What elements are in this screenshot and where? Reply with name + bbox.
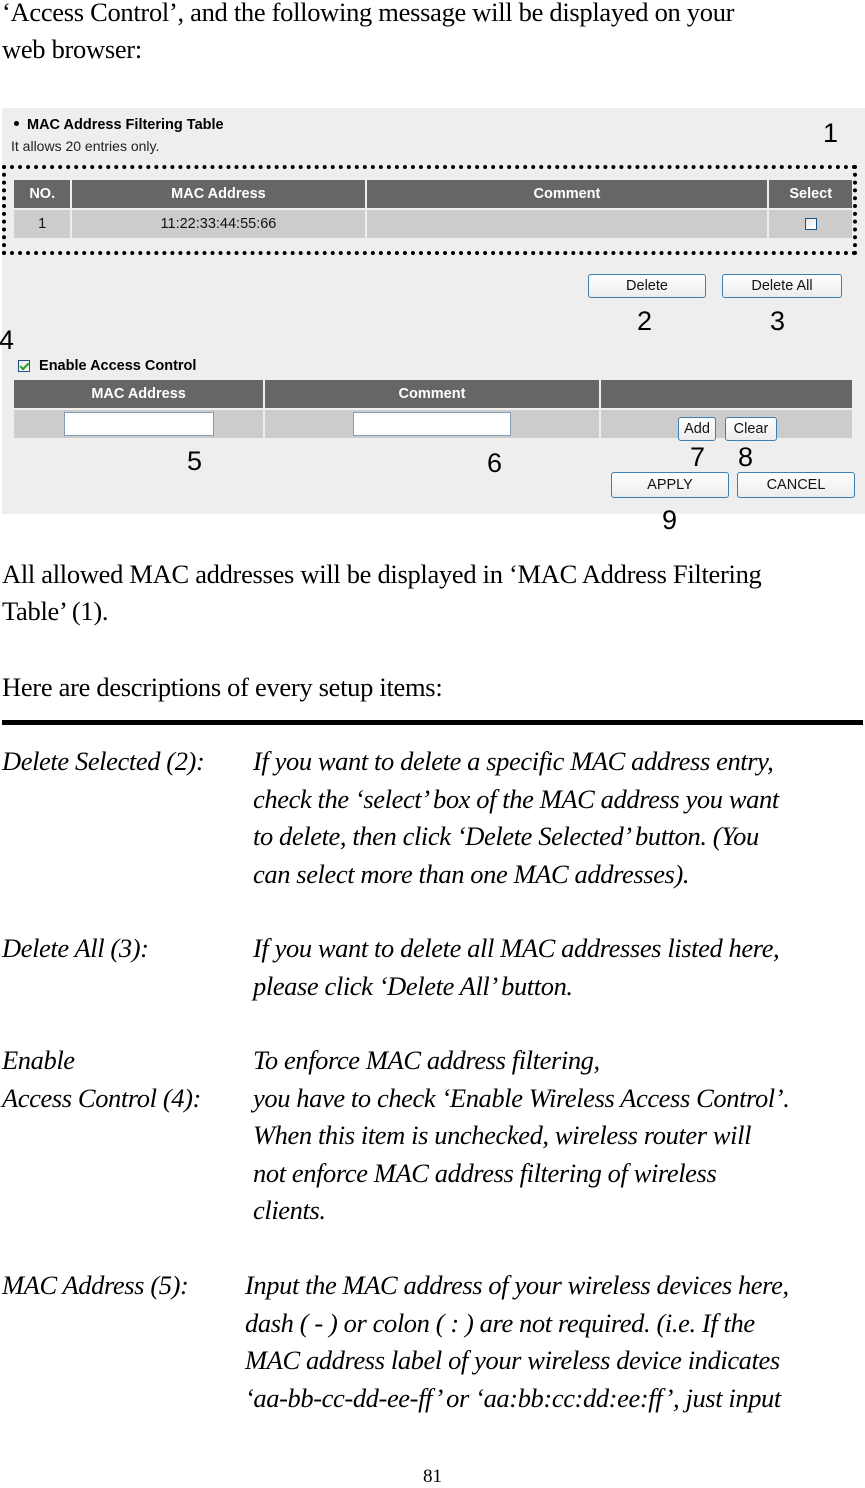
item-text-delete-all: If you want to delete all MAC addresses … (253, 933, 780, 1001)
callout-1: 1 (823, 118, 839, 148)
row-mac: 11:22:33:44:55:66 (72, 210, 365, 238)
row-comment (366, 210, 768, 238)
row-no: 1 (14, 210, 71, 238)
clear-button[interactable]: Clear (725, 417, 777, 441)
section-divider (2, 720, 863, 725)
col-no: NO. (14, 180, 71, 208)
page-number: 81 (423, 1466, 442, 1487)
intro-paragraph: ‘Access Control’, and the following mess… (2, 0, 862, 68)
input-col-actions (600, 380, 852, 408)
row-select-checkbox[interactable] (804, 218, 817, 231)
callout-6: 6 (487, 448, 503, 478)
access-control-screenshot: MAC Address Filtering Table It allows 20… (0, 108, 865, 514)
item-label-delete-selected: Delete Selected (2): (2, 746, 205, 776)
body-paragraph-1: All allowed MAC addresses will be displa… (2, 559, 762, 626)
item-text-delete-selected: If you want to delete a specific MAC add… (253, 746, 779, 889)
row-select-cell (769, 210, 852, 238)
mac-address-input[interactable] (63, 412, 214, 436)
apply-button[interactable]: APPLY (611, 472, 729, 498)
intro-line-2: web browser: (2, 34, 142, 64)
input-col-comment: Comment (265, 380, 599, 408)
intro-line-1: ‘Access Control’, and the following mess… (2, 0, 735, 27)
body-paragraph-2: Here are descriptions of every setup ite… (2, 672, 443, 702)
callout-3: 3 (770, 306, 786, 336)
callout-4: 4 (0, 325, 15, 355)
table-header-row: NO. MAC Address Comment Select (14, 180, 852, 208)
callout-9: 9 (662, 505, 678, 535)
input-col-mac: MAC Address (14, 380, 264, 408)
delete-selected-button[interactable]: Delete (588, 274, 706, 298)
col-select: Select (769, 180, 852, 208)
callout-2: 2 (637, 306, 653, 336)
bullet-icon (14, 121, 19, 127)
item-text-enable-access-control: To enforce MAC address filtering, you ha… (253, 1045, 790, 1225)
input-header-row: MAC Address Comment (14, 380, 852, 408)
item-label-enable-access-control: Enable Access Control (4): (2, 1045, 201, 1113)
col-mac-address: MAC Address (72, 180, 365, 208)
table-row: 1 11:22:33:44:55:66 (14, 210, 852, 238)
filter-table-title: MAC Address Filtering Table (12, 117, 224, 133)
item-text-mac-address: Input the MAC address of your wireless d… (245, 1270, 789, 1413)
delete-all-button[interactable]: Delete All (722, 274, 842, 298)
callout-5: 5 (187, 446, 203, 476)
cancel-button[interactable]: CANCEL (737, 472, 855, 498)
mac-filter-table: NO. MAC Address Comment Select 1 11:22:3… (12, 178, 854, 240)
col-comment: Comment (366, 180, 768, 208)
comment-input[interactable] (352, 412, 511, 436)
enable-access-control-row[interactable]: Enable Access Control (18, 358, 196, 374)
item-label-mac-address: MAC Address (5): (2, 1270, 189, 1300)
item-label-delete-all: Delete All (3): (2, 933, 149, 963)
entries-limit-note: It allows 20 entries only. (11, 138, 160, 154)
callout-7: 7 (690, 442, 706, 472)
enable-access-control-label: Enable Access Control (39, 358, 197, 374)
callout-8: 8 (738, 442, 754, 472)
add-button[interactable]: Add (678, 417, 716, 441)
enable-access-control-checkbox[interactable] (18, 360, 30, 373)
